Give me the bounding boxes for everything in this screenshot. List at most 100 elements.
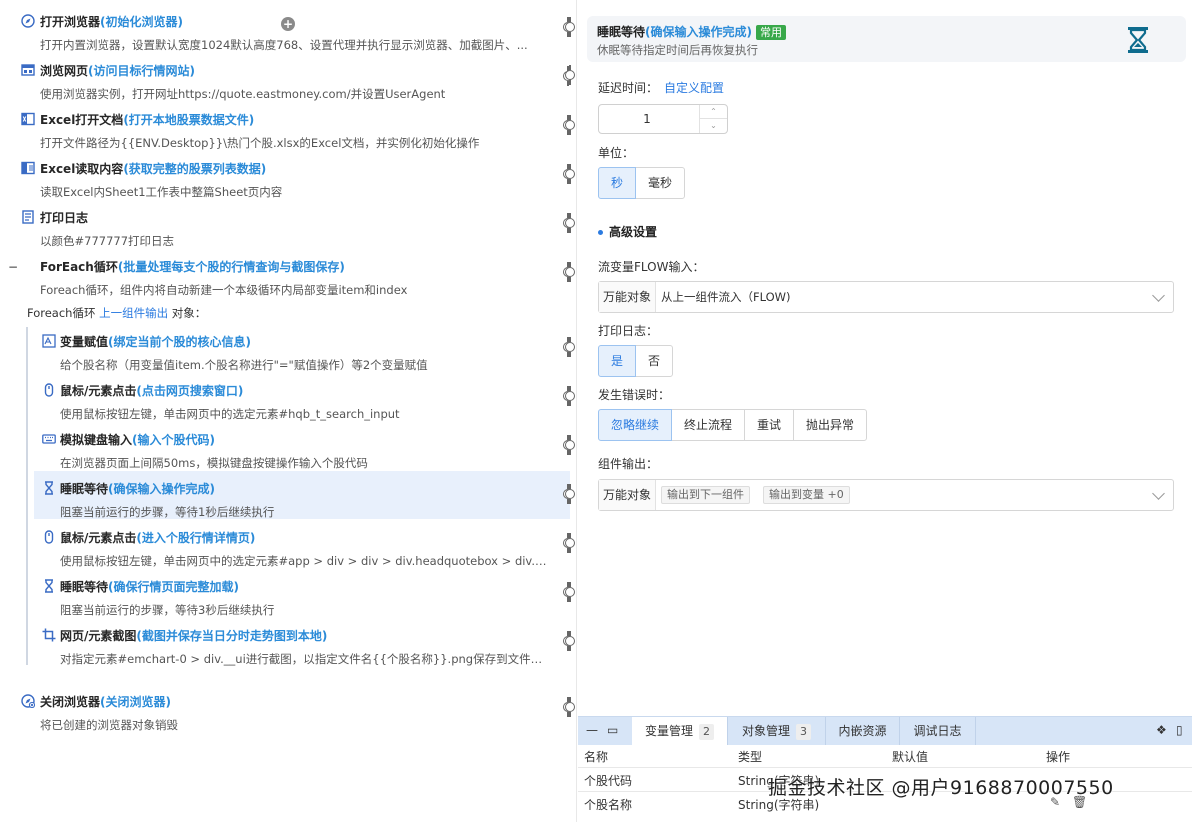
unit-selector[interactable]: 秒毫秒 [598, 167, 686, 199]
step-title: 睡眠等待(确保行情页面完整加载) [60, 580, 239, 594]
column-header-name: 名称 [584, 750, 609, 764]
step-description: 使用鼠标按钮左键，单击网页中的选定元素#app > div > div > di… [60, 554, 548, 568]
step-title: 打开浏览器(初始化浏览器) [40, 15, 183, 29]
connector-icon[interactable] [565, 213, 575, 233]
unit-label: 单位： [598, 146, 635, 160]
step-title: ForEach循环(批量处理每支个股的行情查询与截图保存) [40, 260, 345, 274]
step-screenshot[interactable]: 网页/元素截图(截图并保存当日分时走势图到本地) 对指定元素#emchart-0 … [34, 618, 570, 666]
connector-icon[interactable] [565, 337, 575, 357]
connector-icon[interactable] [565, 697, 575, 717]
output-variable-pill[interactable]: 输出到变量 +0 [763, 486, 850, 504]
step-description: 在浏览器页面上间隔50ms，模拟键盘按键操作输入个股代码 [60, 456, 368, 470]
chevron-down-icon[interactable] [1152, 289, 1165, 302]
dock-icon[interactable]: ❖ [1156, 723, 1167, 737]
tab-count-badge: 3 [796, 724, 811, 740]
chevron-up-icon[interactable]: ⌃ [700, 105, 727, 119]
compass-icon [21, 13, 35, 28]
step-description: 使用浏览器实例，打开网址https://quote.eastmoney.com/… [40, 87, 446, 101]
step-excel-open[interactable]: Excel打开文档(打开本地股票数据文件) 打开文件路径为{{ENV.Deskto… [8, 102, 570, 150]
tab-count-badge: 2 [699, 724, 714, 740]
crop-icon [42, 627, 56, 642]
output-select[interactable]: 万能对象 输出到下一组件 输出到变量 +0 [598, 479, 1174, 511]
step-keyboard[interactable]: 模拟键盘输入(输入个股代码) 在浏览器页面上间隔50ms，模拟键盘按键操作输入个股… [34, 422, 570, 470]
var-name-cell[interactable]: 个股代码 [584, 772, 632, 789]
step-foreach[interactable]: ForEach循环(批量处理每支个股的行情查询与截图保存) Foreach循环，组… [8, 249, 570, 297]
flow-type-tag: 万能对象 [599, 282, 657, 312]
tab-0[interactable]: 变量管理 2 [632, 717, 728, 745]
step-title: 变量赋值(绑定当前个股的核心信息) [60, 335, 251, 349]
err-seg-option[interactable]: 重试 [744, 409, 795, 441]
connector-icon[interactable] [565, 631, 575, 651]
step-sleep1[interactable]: 睡眠等待(确保输入操作完成) 阻塞当前运行的步骤，等待1秒后继续执行 [34, 471, 570, 519]
step-title: 打印日志 [40, 211, 89, 225]
step-click2[interactable]: 鼠标/元素点击(进入个股行情详情页) 使用鼠标按钮左键，单击网页中的选定元素#ap… [34, 520, 570, 568]
err-seg-option[interactable]: 抛出异常 [793, 409, 868, 441]
step-browse-page[interactable]: 浏览网页(访问目标行情网站) 使用浏览器实例，打开网址https://quote.… [8, 53, 570, 101]
output-next-pill[interactable]: 输出到下一组件 [661, 486, 750, 504]
app-window: + − 打开浏览器(初始化浏览器) 打开内置浏览器，设置默认宽度1024默认高度7… [0, 0, 1192, 822]
step-description: 打开内置浏览器，设置默认宽度1024默认高度768、设置代理并执行显示浏览器、加… [40, 38, 528, 52]
delay-value[interactable]: 1 [599, 105, 695, 133]
print-log-selector[interactable]: 是否 [598, 345, 674, 377]
loop-source-link[interactable]: 上一组件输出 [99, 306, 168, 320]
step-excel-read[interactable]: Excel读取内容(获取完整的股票列表数据) 读取Excel内Sheet1工作表中… [8, 151, 570, 199]
connector-icon[interactable] [565, 386, 575, 406]
step-title: Excel读取内容(获取完整的股票列表数据) [40, 162, 267, 176]
connector-icon[interactable] [565, 533, 575, 553]
browser-window-icon [21, 62, 35, 76]
properties-panel: 睡眠等待(确保输入操作完成) 常用 休眠等待指定时间后再恢复执行 延迟时间： 自定义… [565, 0, 1192, 822]
var-name-cell[interactable]: 个股名称 [584, 796, 632, 813]
connector-icon[interactable] [565, 65, 575, 85]
step-title: Excel打开文档(打开本地股票数据文件) [40, 113, 255, 127]
unit-seg-option[interactable]: 秒 [598, 167, 637, 199]
connector-icon[interactable] [565, 582, 575, 602]
connector-icon[interactable] [565, 484, 575, 504]
error-handling-selector[interactable]: 忽略继续 终止流程 重试 抛出异常 [598, 409, 868, 441]
mobile-icon[interactable]: ▯ [1176, 723, 1183, 737]
step-close-browser[interactable]: 关闭浏览器(关闭浏览器) 将已创建的浏览器对象销毁 [8, 684, 570, 732]
log-seg-option[interactable]: 否 [635, 345, 674, 377]
divider [578, 767, 1192, 768]
loop-label-suffix: 对象： [171, 306, 207, 320]
err-seg-option[interactable]: 终止流程 [671, 409, 746, 441]
err-seg-option[interactable]: 忽略继续 [598, 409, 673, 441]
step-assign[interactable]: 变量赋值(绑定当前个股的核心信息) 给个股名称（用变量值item.个股名称进行"=… [34, 324, 570, 372]
connector-icon[interactable] [565, 164, 575, 184]
step-sleep2[interactable]: 睡眠等待(确保行情页面完整加载) 阻塞当前运行的步骤，等待3秒后继续执行 [34, 569, 570, 617]
minimize-icon[interactable]: — [586, 723, 598, 737]
connector-icon[interactable] [565, 262, 575, 282]
excel-read-icon [21, 160, 35, 175]
log-seg-option[interactable]: 是 [598, 345, 637, 377]
chevron-down-icon[interactable]: ⌄ [700, 119, 727, 133]
step-click1[interactable]: 鼠标/元素点击(点击网页搜索窗口) 使用鼠标按钮左键，单击网页中的选定元素#hqb… [34, 373, 570, 421]
flow-value: 从上一组件流入（FLOW) [661, 290, 791, 304]
tab-1[interactable]: 对象管理 3 [728, 717, 826, 745]
excel-icon [21, 111, 35, 126]
tab-2[interactable]: 内嵌资源 [826, 717, 900, 745]
flow-input-select[interactable]: 万能对象 从上一组件流入（FLOW) [598, 281, 1174, 313]
foreach-scope-bar [26, 327, 28, 665]
connector-icon[interactable] [565, 17, 575, 37]
restore-window-icon[interactable]: ▭ [607, 723, 618, 737]
column-header-actions: 操作 [1046, 750, 1071, 764]
delay-number-input[interactable]: 1 ⌃ ⌄ [598, 104, 728, 134]
column-header-default: 默认值 [892, 750, 929, 764]
chevron-down-icon[interactable] [1152, 487, 1165, 500]
advanced-settings-heading: 高级设置 [598, 223, 657, 240]
tab-3[interactable]: 调试日志 [900, 717, 976, 745]
step-open-browser[interactable]: 打开浏览器(初始化浏览器) 打开内置浏览器，设置默认宽度1024默认高度768、设… [8, 4, 570, 52]
assign-icon [42, 333, 56, 348]
custom-config-link[interactable]: 自定义配置 [664, 81, 724, 95]
step-title: 鼠标/元素点击(进入个股行情详情页) [60, 531, 256, 545]
foreach-loop-label: Foreach循环 上一组件输出 对象： [27, 305, 206, 321]
mouse-icon [42, 382, 56, 397]
connector-icon[interactable] [565, 115, 575, 135]
number-stepper[interactable]: ⌃ ⌄ [699, 105, 727, 133]
bottom-tab-bar: — ▭ 变量管理 2 对象管理 3 内嵌资源 调试日志 ❖ ▯ [578, 717, 1192, 745]
component-description: 休眠等待指定时间后再恢复执行 [597, 43, 758, 57]
step-print-log[interactable]: 打印日志 以颜色#777777打印日志 [8, 200, 570, 248]
step-description: 将已创建的浏览器对象销毁 [40, 718, 178, 732]
step-description: 使用鼠标按钮左键，单击网页中的选定元素#hqb_t_search_input [60, 407, 400, 421]
connector-icon[interactable] [565, 435, 575, 455]
unit-seg-option[interactable]: 毫秒 [635, 167, 686, 199]
